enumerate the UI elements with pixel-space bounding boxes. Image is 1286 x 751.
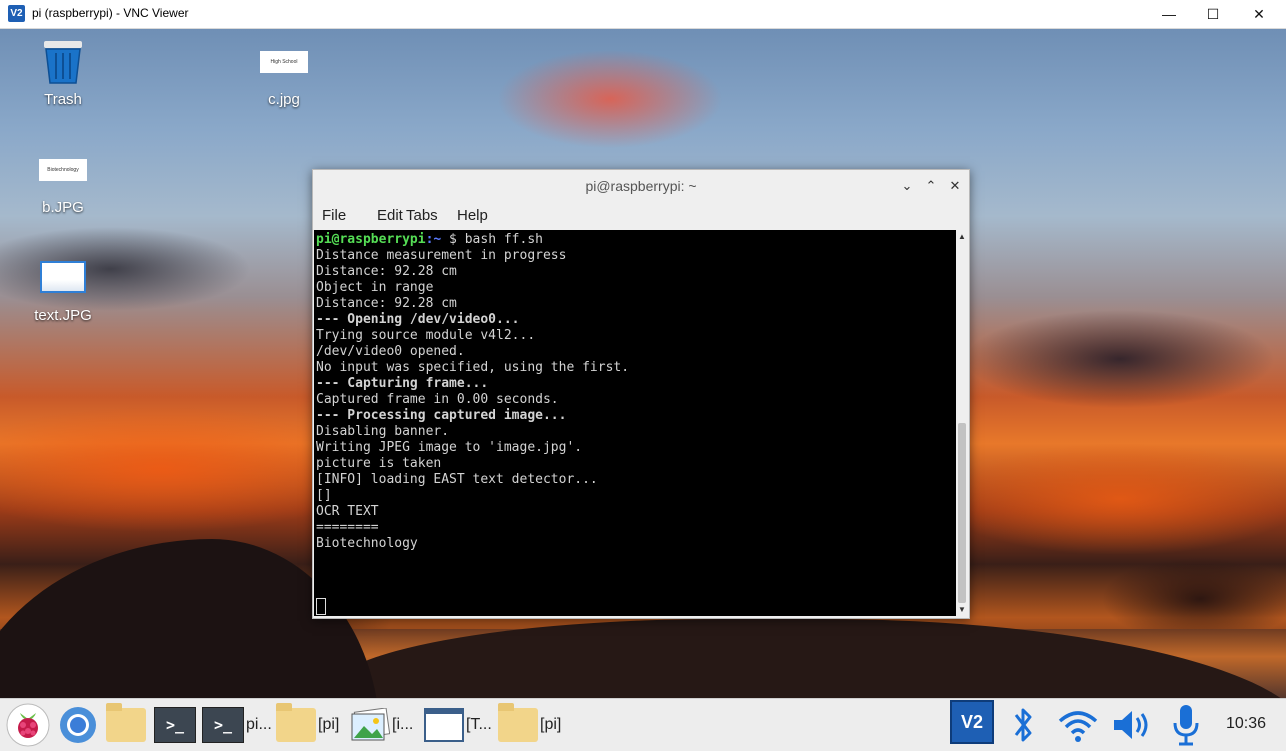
task-label: [i...	[392, 716, 414, 733]
trash-icon	[44, 41, 82, 84]
vnc-tray-button[interactable]: V2	[950, 700, 994, 744]
terminal-scrollbar[interactable]: ▲ ▼	[956, 230, 968, 617]
close-button[interactable]: ✕	[1236, 0, 1282, 28]
terminal-line: --- Processing captured image...	[316, 408, 567, 423]
terminal-menubar: File Edit Tabs Help	[313, 202, 969, 230]
terminal-cursor	[316, 598, 326, 615]
terminal-line: No input was specified, using the first.	[316, 360, 630, 375]
terminal-lines: pi@raspberrypi:~ $ bash ff.sh Distance m…	[316, 232, 629, 552]
terminal-line: --- Opening /dev/video0...	[316, 312, 520, 327]
task-text-window[interactable]: [T...	[424, 705, 492, 745]
minimize-button[interactable]: —	[1146, 0, 1192, 28]
file-manager-icon	[106, 703, 146, 742]
maximize-button[interactable]: ☐	[1190, 0, 1236, 28]
terminal-maximize-button[interactable]: ⌃	[921, 176, 941, 196]
thumbnail-text: High School	[270, 59, 298, 65]
terminal-line: Trying source module v4l2...	[316, 328, 536, 343]
terminal-title: pi@raspberrypi: ~	[585, 178, 697, 194]
prompt-user: pi@raspberrypi	[316, 232, 426, 247]
prompt-line: pi@raspberrypi:~ $ bash ff.sh	[316, 232, 629, 248]
thumbnail-text: Biotechnology	[47, 167, 79, 173]
terminal-icon: >_	[202, 707, 244, 743]
terminal-line: []	[316, 488, 332, 503]
image-thumbnail: High School	[260, 51, 308, 73]
bluetooth-button[interactable]	[1008, 705, 1038, 745]
raspberry-menu-button[interactable]	[6, 703, 50, 747]
terminal-line: OCR TEXT	[316, 504, 379, 519]
terminal-line: Distance: 92.28 cm	[316, 296, 457, 311]
terminal-output[interactable]: pi@raspberrypi:~ $ bash ff.sh Distance m…	[314, 230, 956, 616]
terminal-line: Distance: 92.28 cm	[316, 264, 457, 279]
folder-icon	[276, 703, 316, 742]
volume-icon	[1114, 711, 1148, 739]
menu-edit[interactable]: Edit	[377, 207, 403, 224]
file-manager-button[interactable]	[106, 703, 146, 745]
image-viewer-icon	[351, 708, 390, 741]
bluetooth-icon	[1014, 708, 1032, 742]
desktop-icon-label: c.jpg	[268, 91, 300, 108]
task-image-viewer[interactable]: [i...	[350, 705, 413, 745]
taskbar-clock[interactable]: 10:36	[1226, 715, 1266, 733]
task-label: [pi]	[540, 716, 562, 733]
terminal-line: Biotechnology	[316, 536, 418, 551]
scrollbar-thumb[interactable]	[958, 423, 966, 603]
terminal-line: /dev/video0 opened.	[316, 344, 465, 359]
terminal-line: Object in range	[316, 280, 434, 295]
desktop-icon-trash[interactable]: Trash	[18, 37, 108, 108]
chromium-icon	[60, 707, 96, 743]
task-terminal-pi[interactable]: >_ pi...	[202, 705, 272, 745]
terminal-launcher-button[interactable]: >_	[154, 705, 196, 745]
terminal-line: picture is taken	[316, 456, 442, 471]
desktop-icon-text-jpg[interactable]: text.JPG	[18, 261, 108, 324]
wifi-button[interactable]	[1056, 705, 1100, 745]
prompt-command: bash ff.sh	[464, 232, 543, 247]
scroll-up-icon[interactable]: ▲	[958, 232, 966, 241]
terminal-line: ========	[316, 520, 379, 535]
scroll-down-icon[interactable]: ▼	[958, 605, 966, 614]
vnc-logo-icon: V2	[8, 5, 25, 22]
prompt-dollar: $	[441, 232, 465, 247]
chromium-button[interactable]	[58, 705, 98, 745]
terminal-line: --- Capturing frame...	[316, 376, 489, 391]
folder-icon	[498, 703, 538, 742]
desktop-wallpaper: Trash High School c.jpg Biotechnology b.…	[0, 29, 1286, 698]
desktop-icon-label: Trash	[44, 91, 82, 108]
desktop-icon-label: text.JPG	[34, 307, 92, 324]
taskbar: >_ >_ pi... [pi] [i... [T... [pi] V2 10:…	[0, 698, 1286, 751]
window-icon	[424, 708, 464, 742]
terminal-window: pi@raspberrypi: ~ ⌄ ⌃ ✕ File Edit Tabs H…	[312, 169, 970, 619]
menu-help[interactable]: Help	[457, 207, 488, 224]
microphone-icon	[1173, 705, 1199, 746]
microphone-button[interactable]	[1170, 705, 1202, 746]
task-folder-pi-1[interactable]: [pi]	[276, 703, 340, 745]
volume-button[interactable]	[1110, 705, 1154, 745]
task-folder-pi-2[interactable]: [pi]	[498, 703, 562, 745]
prompt-path: :~	[425, 232, 442, 247]
terminal-line: Captured frame in 0.00 seconds.	[316, 392, 559, 407]
image-thumbnail	[40, 261, 86, 293]
terminal-titlebar[interactable]: pi@raspberrypi: ~ ⌄ ⌃ ✕	[313, 170, 969, 202]
terminal-line: Writing JPEG image to 'image.jpg'.	[316, 440, 583, 455]
task-label: pi...	[246, 716, 272, 733]
vnc-window-title: pi (raspberrypi) - VNC Viewer	[32, 6, 189, 20]
desktop-icon-c-jpg[interactable]: High School c.jpg	[239, 51, 329, 108]
desktop-icon-b-jpg[interactable]: Biotechnology b.JPG	[18, 159, 108, 216]
menu-tabs[interactable]: Tabs	[406, 207, 438, 224]
task-label: [T...	[466, 716, 492, 733]
desktop-icon-label: b.JPG	[42, 199, 84, 216]
terminal-minimize-button[interactable]: ⌄	[897, 176, 917, 196]
vnc-tray-icon: V2	[950, 700, 994, 744]
menu-file[interactable]: File	[322, 207, 346, 224]
terminal-line: Distance measurement in progress	[316, 248, 567, 263]
raspberry-menu-icon	[6, 703, 50, 747]
terminal-line: [INFO] loading EAST text detector...	[316, 472, 598, 487]
terminal-launcher-icon: >_	[154, 707, 196, 743]
vnc-viewer-titlebar: V2 pi (raspberrypi) - VNC Viewer — ☐ ✕	[0, 0, 1286, 29]
task-label: [pi]	[318, 716, 340, 733]
image-thumbnail: Biotechnology	[39, 159, 87, 181]
terminal-close-button[interactable]: ✕	[945, 176, 965, 196]
wifi-icon	[1058, 711, 1098, 742]
terminal-line: Disabling banner.	[316, 424, 450, 439]
